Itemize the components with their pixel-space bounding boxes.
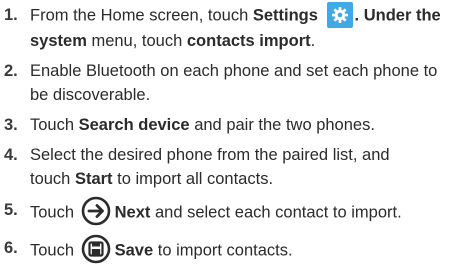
step-keyword-next: Next — [114, 203, 151, 222]
step-text: to import contacts. — [153, 241, 293, 260]
settings-gear-icon — [326, 2, 353, 28]
next-arrow-icon — [81, 196, 111, 226]
step-number: 2. — [4, 62, 18, 80]
step-5: 5. Touch Next and select each contact to… — [0, 196, 473, 228]
step-number: 4. — [4, 146, 18, 164]
step-text: menu, touch — [86, 32, 187, 50]
step-keyword-save: Save — [114, 241, 154, 260]
step-2: 2. Enable Bluetooth on each phone and se… — [0, 59, 473, 107]
instruction-steps: 1. From the Home screen, touch Settings — [0, 2, 473, 266]
step-keyword-search-device: Search device — [78, 116, 190, 134]
step-text: touch — [30, 170, 75, 188]
step-number: 3. — [4, 116, 18, 134]
step-number: 1. — [4, 6, 18, 24]
step-number: 5. — [4, 201, 18, 219]
step-4: 4. Select the desired phone from the pai… — [0, 143, 473, 191]
step-6: 6. Touch Save to import contacts. — [0, 234, 473, 266]
step-text: Touch — [30, 241, 79, 260]
step-text: be discoverable. — [30, 86, 151, 104]
step-3: 3. Touch Search device and pair the two … — [0, 113, 473, 137]
step-text: Touch — [30, 203, 79, 222]
step-keyword-start: Start — [74, 170, 113, 188]
step-text: and pair the two phones. — [189, 116, 375, 134]
step-1: 1. From the Home screen, touch Settings — [0, 2, 473, 53]
step-text: From the Home screen, touch — [30, 6, 253, 25]
step-text: Select the desired phone from the paired… — [30, 146, 390, 164]
step-text-period: . Under the — [354, 6, 441, 25]
step-text: Enable Bluetooth on each phone and set e… — [30, 62, 438, 80]
step-text: and select each contact to import. — [150, 203, 402, 222]
step-text: Touch — [30, 116, 79, 134]
save-disk-icon — [81, 234, 111, 264]
step-keyword-system: system — [30, 32, 87, 50]
step-text: to import all contacts. — [112, 170, 274, 188]
step-keyword-contacts-import: contacts import — [186, 32, 311, 50]
step-keyword-settings: Settings — [252, 6, 318, 25]
step-number: 6. — [4, 239, 18, 257]
